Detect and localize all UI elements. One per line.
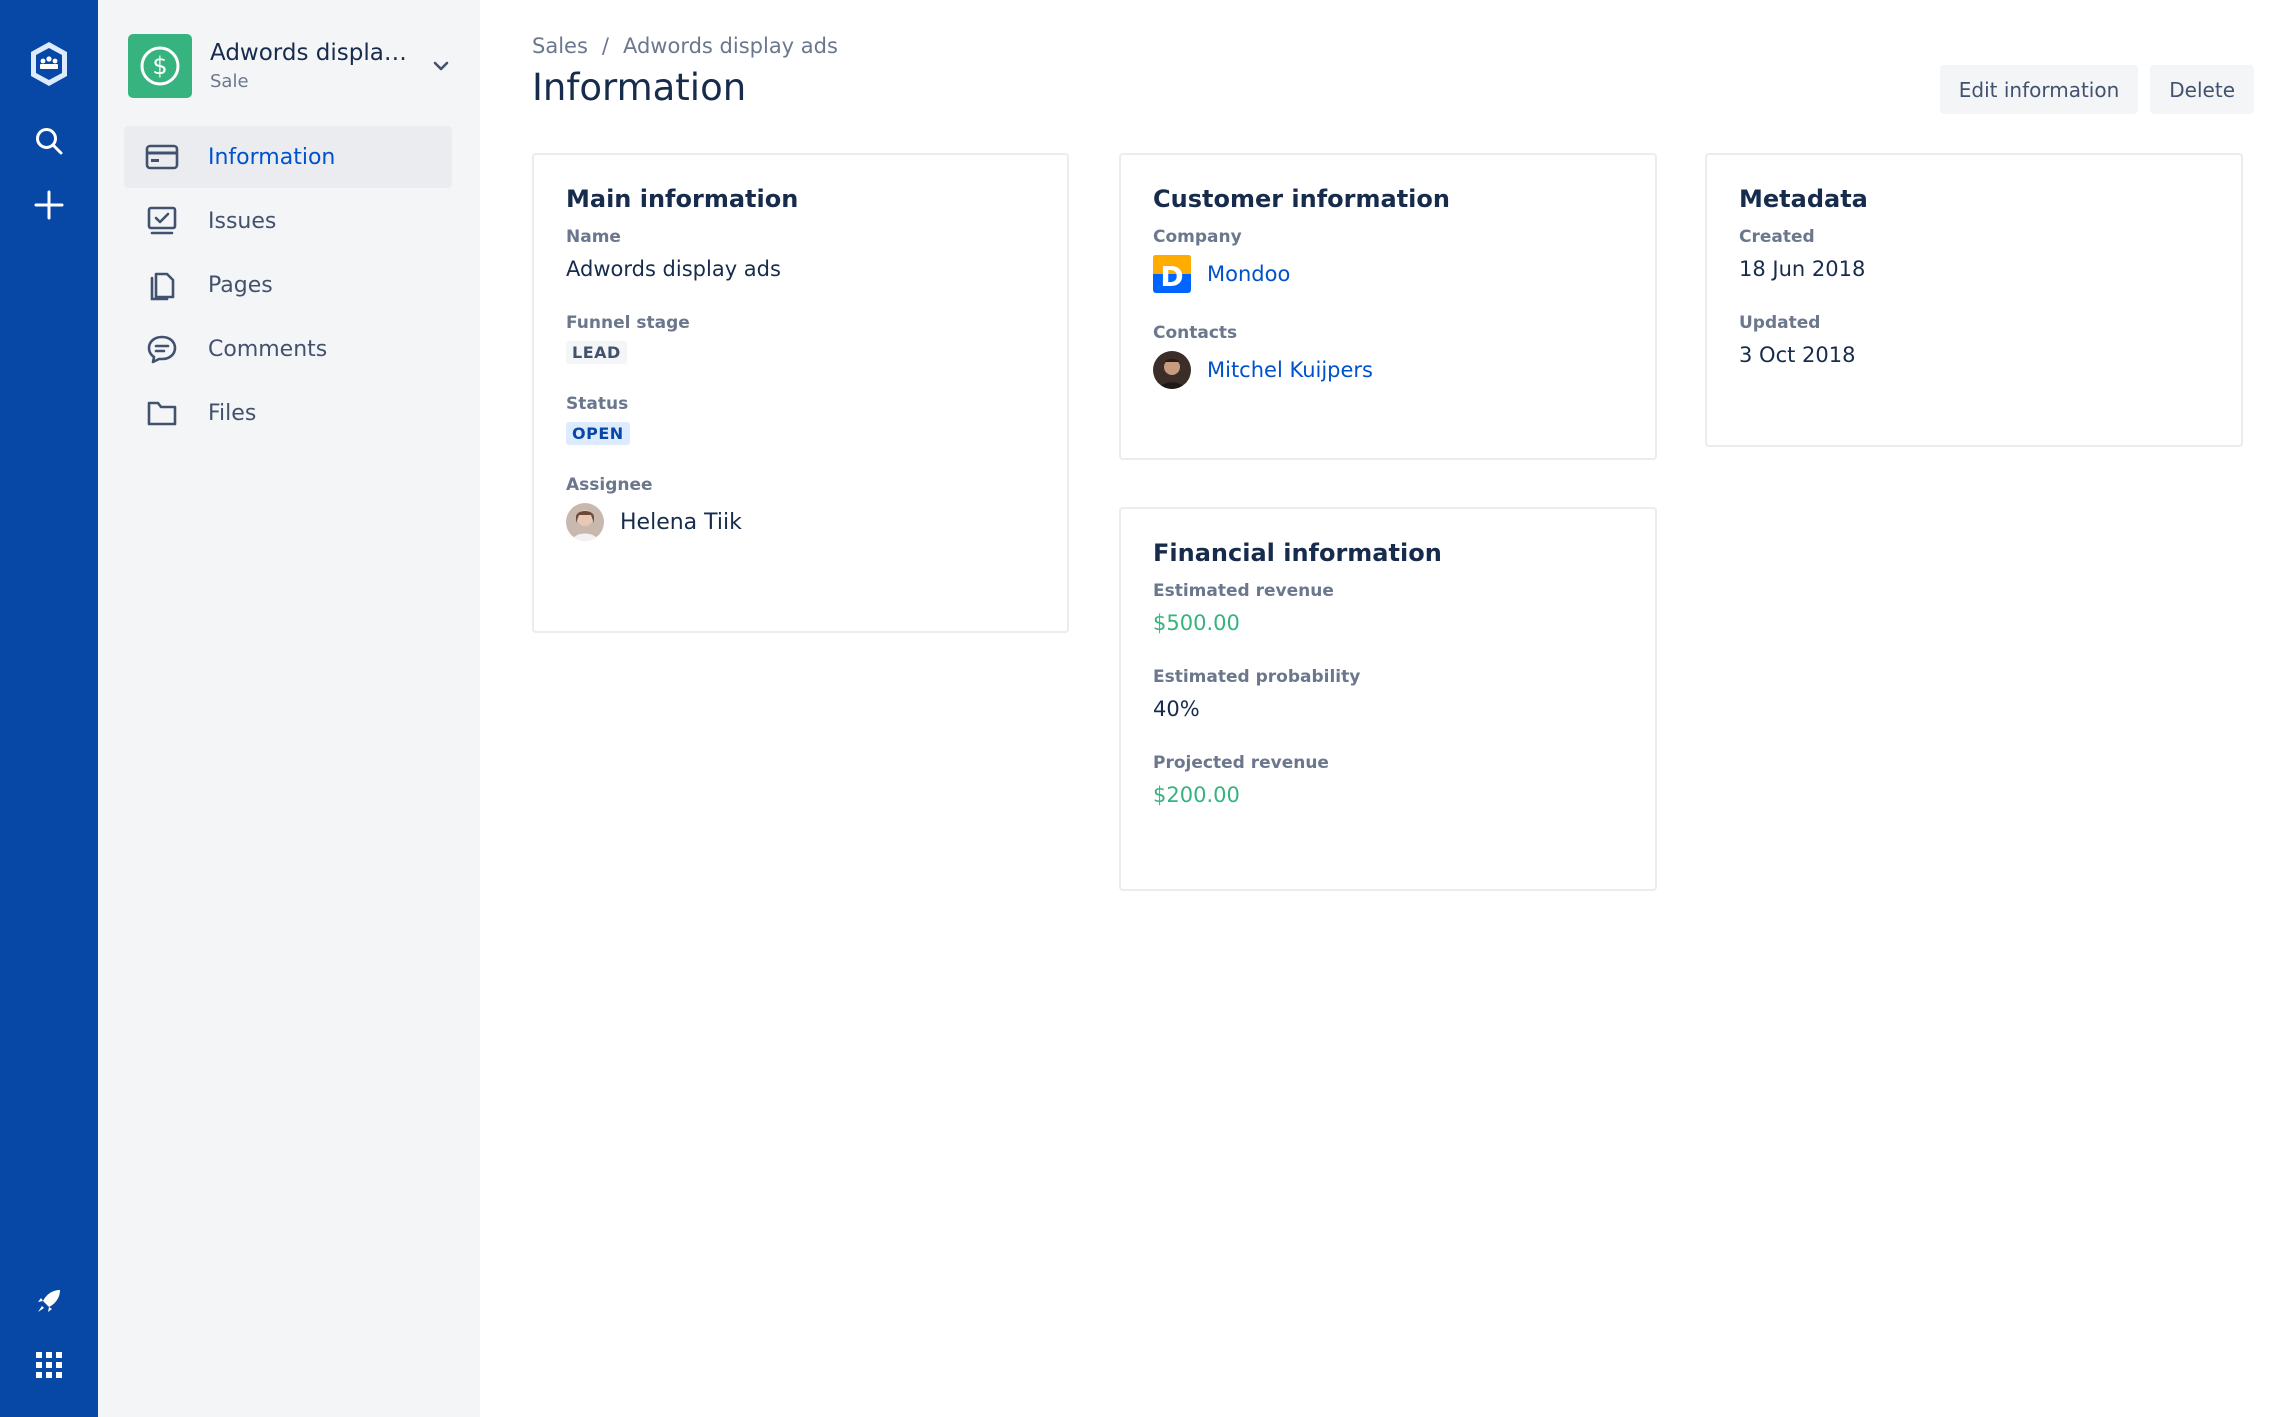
global-navigation xyxy=(0,0,98,1417)
updated-value: 3 Oct 2018 xyxy=(1739,343,1856,367)
sidebar-item-label: Files xyxy=(208,400,257,426)
pages-icon xyxy=(144,267,180,303)
card-heading: Metadata xyxy=(1739,185,1868,213)
project-nav: Information Issues Pages Comments Files xyxy=(124,126,452,446)
breadcrumb-link-sales[interactable]: Sales xyxy=(532,34,588,58)
field-label: Estimated probability xyxy=(1153,667,1361,687)
field-label: Status xyxy=(566,394,629,414)
estimated-probability-value: 40% xyxy=(1153,697,1200,721)
card-heading: Financial information xyxy=(1153,539,1442,567)
field-label: Company xyxy=(1153,227,1242,247)
breadcrumb: Sales / Adwords display ads xyxy=(532,34,838,58)
notifications-rocket-icon[interactable] xyxy=(24,1276,74,1326)
search-icon[interactable] xyxy=(24,116,74,166)
funnel-stage-lozenge: LEAD xyxy=(566,341,627,364)
project-switcher[interactable]: $ Adwords display ... Sale xyxy=(128,34,453,98)
project-type: Sale xyxy=(210,71,249,92)
sidebar-item-information[interactable]: Information xyxy=(124,126,452,188)
field-label: Contacts xyxy=(1153,323,1238,343)
field-label: Assignee xyxy=(566,475,653,495)
sidebar-item-label: Pages xyxy=(208,272,273,298)
field-label: Funnel stage xyxy=(566,313,690,333)
svg-text:$: $ xyxy=(152,52,167,80)
issues-icon xyxy=(144,203,180,239)
page-actions: Edit information Delete xyxy=(1928,65,2254,114)
main-content: Sales / Adwords display ads Information … xyxy=(480,0,2280,1417)
metadata-card: Metadata Created 18 Jun 2018 Updated 3 O… xyxy=(1705,153,2243,447)
assignee-avatar xyxy=(566,503,604,541)
svg-text:D: D xyxy=(1160,260,1183,293)
contact-avatar xyxy=(1153,351,1191,389)
name-value: Adwords display ads xyxy=(566,257,781,281)
card-heading: Main information xyxy=(566,185,799,213)
comments-icon xyxy=(144,331,180,367)
sidebar-item-label: Issues xyxy=(208,208,277,234)
field-label: Updated xyxy=(1739,313,1821,333)
status-lozenge: OPEN xyxy=(566,422,630,445)
field-label: Estimated revenue xyxy=(1153,581,1334,601)
credit-card-icon xyxy=(144,139,180,175)
customer-information-card: Customer information Company D Mondoo Co… xyxy=(1119,153,1657,460)
company-link[interactable]: Mondoo xyxy=(1207,262,1290,286)
main-information-card: Main information Name Adwords display ad… xyxy=(532,153,1069,633)
dollar-icon: $ xyxy=(128,34,192,98)
field-label: Name xyxy=(566,227,621,247)
folder-icon xyxy=(144,395,180,431)
sidebar-item-files[interactable]: Files xyxy=(124,382,452,444)
field-label: Projected revenue xyxy=(1153,753,1329,773)
breadcrumb-link-current[interactable]: Adwords display ads xyxy=(623,34,838,58)
created-value: 18 Jun 2018 xyxy=(1739,257,1866,281)
projected-revenue-value: $200.00 xyxy=(1153,783,1240,807)
assignee-name: Helena Tiik xyxy=(620,509,742,535)
financial-information-card: Financial information Estimated revenue … xyxy=(1119,507,1657,891)
field-label: Created xyxy=(1739,227,1815,247)
estimated-revenue-value: $500.00 xyxy=(1153,611,1240,635)
contact-link[interactable]: Mitchel Kuijpers xyxy=(1207,358,1373,382)
delete-button[interactable]: Delete xyxy=(2150,65,2254,114)
chevron-down-icon[interactable] xyxy=(431,56,451,76)
product-logo-icon[interactable] xyxy=(24,39,74,89)
edit-information-button[interactable]: Edit information xyxy=(1939,65,2139,114)
sidebar-item-label: Comments xyxy=(208,336,328,362)
create-plus-icon[interactable] xyxy=(24,180,74,230)
sidebar-item-comments[interactable]: Comments xyxy=(124,318,452,380)
project-sidebar: $ Adwords display ... Sale Information I… xyxy=(98,0,480,1417)
sidebar-item-pages[interactable]: Pages xyxy=(124,254,452,316)
breadcrumb-separator: / xyxy=(601,34,609,58)
app-switcher-icon[interactable] xyxy=(24,1340,74,1390)
card-heading: Customer information xyxy=(1153,185,1450,213)
sidebar-item-issues[interactable]: Issues xyxy=(124,190,452,252)
page-title: Information xyxy=(532,66,747,109)
project-title: Adwords display ... xyxy=(210,40,415,66)
sidebar-item-label: Information xyxy=(208,144,336,170)
company-logo: D xyxy=(1153,255,1191,293)
